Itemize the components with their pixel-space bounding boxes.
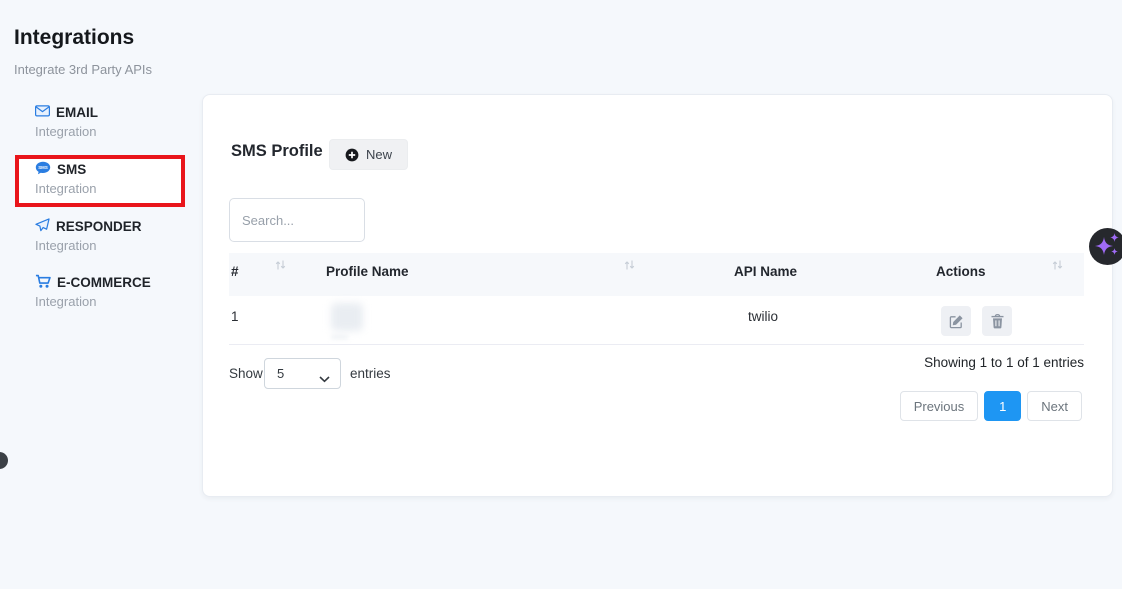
sidebar-item-ecommerce[interactable]: E-COMMERCE Integration [35,274,185,309]
edit-button[interactable] [941,306,971,336]
page-title: Integrations [14,26,134,50]
column-header-number[interactable]: # [231,264,239,279]
show-label: Show [229,366,263,381]
cart-icon [35,274,51,292]
trash-icon [991,314,1004,329]
sort-icon[interactable] [624,258,635,270]
sidebar-item-label: SMS [57,162,86,177]
previous-page-button[interactable]: Previous [900,391,979,421]
column-header-api-name[interactable]: API Name [734,264,797,279]
sidebar-item-sms[interactable]: SMS SMS Integration [35,161,185,196]
svg-text:SMS: SMS [38,165,48,170]
entries-label: entries [350,366,391,381]
sidebar-item-sublabel: Integration [35,124,185,139]
next-page-button[interactable]: Next [1027,391,1082,421]
page-1-button[interactable]: 1 [984,391,1021,421]
sidebar-item-label: E-COMMERCE [57,275,151,290]
sms-profile-panel: SMS Profile New # Profile Name API Name … [202,94,1113,497]
sort-icon[interactable] [275,258,286,270]
page-length-select[interactable]: 5 [264,358,341,389]
profile-name-cell-redacted [331,303,363,331]
sort-icon[interactable] [1052,258,1063,270]
new-button[interactable]: New [329,139,408,170]
pagination: Previous 1 Next [900,391,1082,421]
new-button-label: New [366,147,392,162]
sidebar-item-email[interactable]: EMAIL Integration [35,104,185,139]
chevron-down-icon [319,371,330,386]
profile-name-cell-redacted-fragment [331,335,348,339]
plus-circle-icon [345,148,359,162]
column-header-profile-name[interactable]: Profile Name [326,264,409,279]
search-input[interactable] [229,198,365,242]
page-subtitle: Integrate 3rd Party APIs [14,62,152,77]
sidebar-item-label: EMAIL [56,105,98,120]
page-length-value: 5 [277,366,284,381]
sidebar-item-sublabel: Integration [35,294,185,309]
delete-button[interactable] [982,306,1012,336]
row-number-cell: 1 [231,309,239,324]
column-header-actions[interactable]: Actions [936,264,986,279]
chat-bubble-icon: SMS [35,161,51,178]
sidebar-item-responder[interactable]: RESPONDER Integration [35,218,185,253]
assistant-button[interactable] [1089,228,1122,265]
edge-dot [0,452,8,469]
table-info-text: Showing 1 to 1 of 1 entries [924,355,1084,370]
paper-plane-icon [35,218,50,235]
edit-icon [949,314,964,329]
panel-title: SMS Profile [231,142,323,161]
envelope-icon [35,105,50,120]
sidebar-item-sublabel: Integration [35,238,185,253]
api-name-cell: twilio [663,309,863,324]
sidebar-item-label: RESPONDER [56,219,142,234]
sidebar-item-sublabel: Integration [35,181,185,196]
